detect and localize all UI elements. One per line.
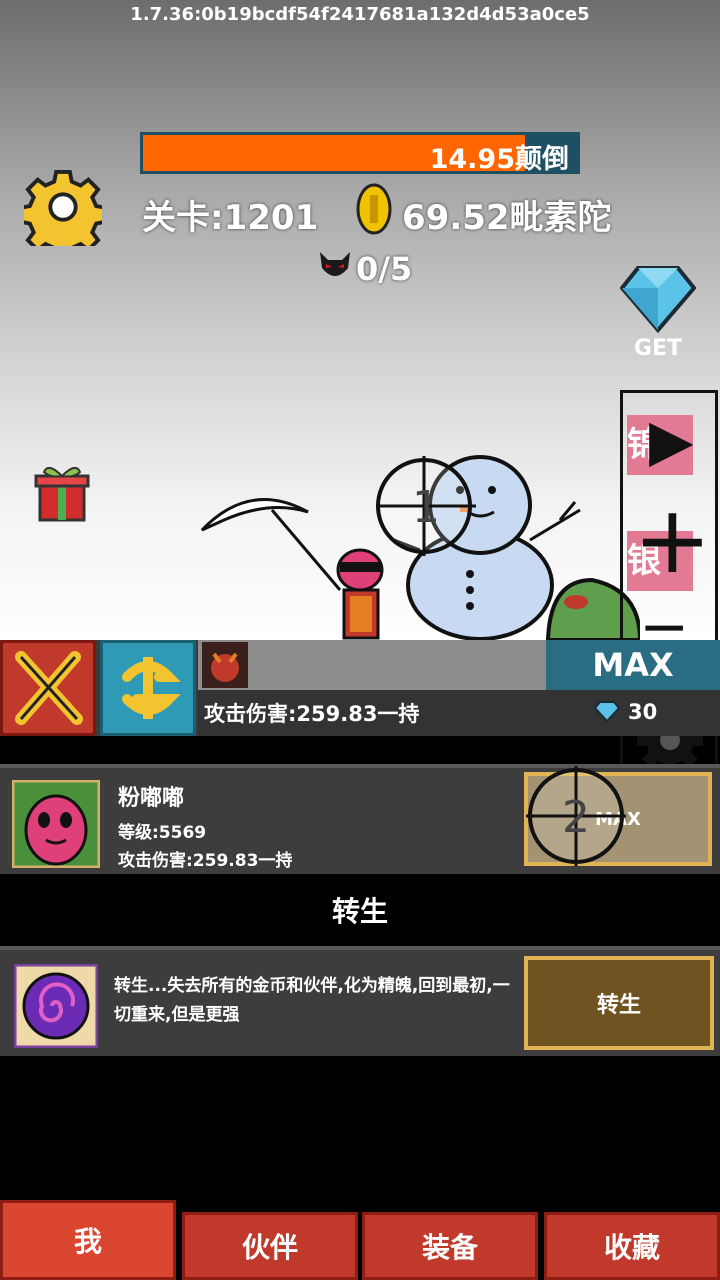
cancel-skill-button[interactable] (0, 640, 96, 736)
zoom-in-button[interactable]: + (633, 491, 712, 591)
small-diamond-icon (593, 700, 621, 727)
tab-partner[interactable]: 伙伴 (182, 1212, 358, 1280)
hero-max-button[interactable]: MAX (546, 640, 720, 690)
settings-gear-icon[interactable] (24, 168, 102, 246)
swap-arrows-icon (122, 657, 181, 719)
hero-damage-text: 攻击伤害:259.83一持 (204, 702, 420, 726)
partner-name: 粉嘟嘟 (118, 786, 185, 811)
gem-cost: 30 (628, 700, 658, 724)
demon-kill-icon (320, 252, 350, 276)
scythe-icon (200, 498, 309, 532)
boss-hp-text: 14.95颠倒 (429, 144, 569, 175)
gift-box-icon[interactable] (34, 462, 90, 524)
diamond-icon (619, 266, 697, 334)
crosshair-1-label: 1 (412, 482, 440, 533)
pink-hero-character (336, 548, 384, 640)
spiral-orb-icon (14, 964, 98, 1048)
partner-damage: 攻击伤害:259.83一持 (118, 851, 293, 871)
rebirth-section-title: 转生 (0, 874, 720, 946)
crosshair-2-label: 2 (562, 792, 590, 843)
gold-coin-icon (356, 183, 392, 235)
game-scene[interactable]: 1.7.36:0b19bcdf54f2417681a132d4d53a0ce5 … (0, 0, 720, 640)
rebirth-description: 转生...失去所有的金币和伙伴,化为精魄,回到最初,一切重来,但是更强 (114, 976, 510, 1025)
tab-equipment[interactable]: 装备 (362, 1212, 538, 1280)
rebirth-row: 转生...失去所有的金币和伙伴,化为精魄,回到最初,一切重来,但是更强 转生 (0, 946, 720, 1056)
gold-amount: 69.52毗素陀 (402, 198, 612, 238)
hero-portrait-icon (202, 642, 248, 688)
stage-label: 关卡:1201 (142, 198, 319, 238)
tab-me[interactable]: 我 (0, 1200, 176, 1280)
version-string: 1.7.36:0b19bcdf54f2417681a132d4d53a0ce5 (130, 4, 590, 25)
cross-swords-icon (15, 651, 83, 725)
partner-avatar (12, 780, 100, 868)
boss-hp-bar: 14.95颠倒 (140, 132, 580, 175)
get-label: GET (633, 336, 683, 361)
crosshair-2-icon[interactable]: 2 (526, 766, 626, 866)
rebirth-button[interactable]: 转生 (524, 956, 714, 1050)
bottom-tab-bar: 我 伙伴 装备 收藏 (0, 1200, 720, 1280)
get-gem-button[interactable]: GET (619, 262, 697, 362)
partner-level: 等级:5569 (118, 823, 207, 843)
crosshair-1-icon[interactable]: 1 (376, 456, 476, 556)
tab-collection[interactable]: 收藏 (544, 1212, 720, 1280)
play-button[interactable]: ▶ (649, 405, 694, 475)
upgrade-skill-button[interactable] (100, 640, 196, 736)
kill-counter: 0/5 (356, 250, 413, 288)
hero-damage-line: 攻击伤害:259.83一持 30 (198, 690, 720, 736)
